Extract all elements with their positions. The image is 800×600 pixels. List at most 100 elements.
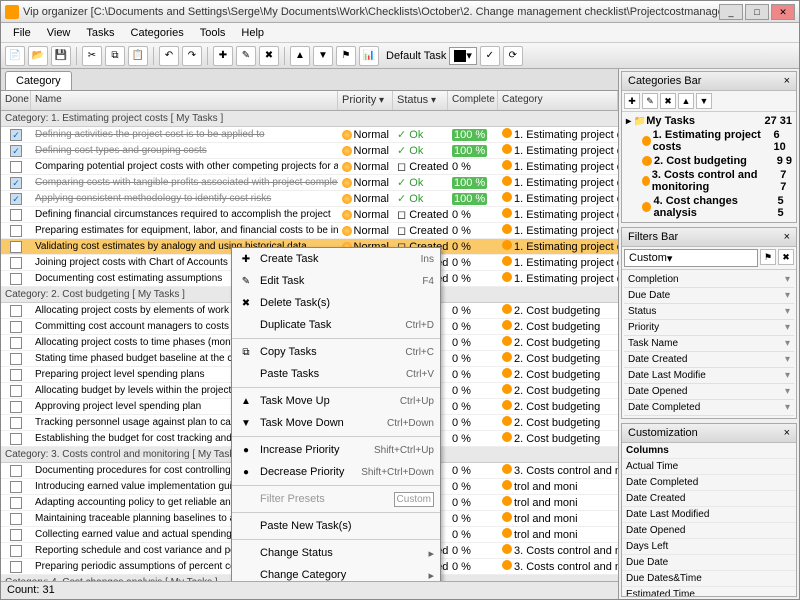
- task-row[interactable]: Defining cost types and grouping costsNo…: [1, 143, 618, 159]
- paste-icon[interactable]: 📋: [128, 46, 148, 66]
- prio-up-icon[interactable]: ▲: [290, 46, 310, 66]
- context-menu[interactable]: ✚Create TaskIns✎Edit TaskF4✖Delete Task(…: [231, 247, 441, 581]
- menu-tools[interactable]: Tools: [192, 25, 234, 41]
- menu-categories[interactable]: Categories: [123, 25, 192, 41]
- done-checkbox[interactable]: [10, 209, 22, 221]
- tree-item[interactable]: 1. Estimating project costs6 10: [624, 128, 794, 154]
- filter-icon[interactable]: ⚑: [336, 46, 356, 66]
- done-checkbox[interactable]: [10, 529, 22, 541]
- ctx-delete-task-s-[interactable]: ✖Delete Task(s): [232, 292, 440, 314]
- col-done[interactable]: Done: [1, 91, 31, 110]
- filter-apply-icon[interactable]: ⚑: [760, 249, 776, 265]
- copy-icon[interactable]: ⧉: [105, 46, 125, 66]
- panel-close-icon[interactable]: ×: [784, 75, 790, 87]
- custom-col[interactable]: Due Date: [622, 555, 796, 571]
- filter-date-opened[interactable]: Date Opened: [624, 384, 794, 400]
- cat-edit-icon[interactable]: ✎: [642, 93, 658, 109]
- default-task-combo[interactable]: ▾: [449, 47, 477, 65]
- filter-date-created[interactable]: Date Created: [624, 352, 794, 368]
- ctx-paste-tasks[interactable]: Paste TasksCtrl+V: [232, 363, 440, 385]
- menu-tasks[interactable]: Tasks: [78, 25, 122, 41]
- ctx-chcat[interactable]: Change Category: [232, 564, 440, 581]
- col-priority[interactable]: Priority ▾: [338, 91, 393, 110]
- filter-clear-icon[interactable]: ✖: [778, 249, 794, 265]
- ctx-filter-presets[interactable]: Filter PresetsCustom: [232, 488, 440, 510]
- done-checkbox[interactable]: [10, 273, 22, 285]
- grid-body[interactable]: Category: 1. Estimating project costs [ …: [1, 111, 618, 581]
- task-new-icon[interactable]: ✚: [213, 46, 233, 66]
- ctx-copy-tasks[interactable]: ⧉Copy TasksCtrl+C: [232, 341, 440, 363]
- save-icon[interactable]: 💾: [51, 46, 71, 66]
- undo-icon[interactable]: ↶: [159, 46, 179, 66]
- task-row[interactable]: Defining financial circumstances require…: [1, 207, 618, 223]
- filter-status[interactable]: Status: [624, 304, 794, 320]
- custom-col[interactable]: Date Completed: [622, 475, 796, 491]
- task-row[interactable]: Preparing estimates for equipment, labor…: [1, 223, 618, 239]
- refresh-icon[interactable]: ⟳: [503, 46, 523, 66]
- done-checkbox[interactable]: [10, 305, 22, 317]
- menu-view[interactable]: View: [39, 25, 79, 41]
- tab-category[interactable]: Category: [5, 71, 72, 90]
- prio-down-icon[interactable]: ▼: [313, 46, 333, 66]
- cat-add-icon[interactable]: ✚: [624, 93, 640, 109]
- done-checkbox[interactable]: [10, 513, 22, 525]
- custom-col[interactable]: Estimated Time: [622, 587, 796, 597]
- done-checkbox[interactable]: [10, 321, 22, 333]
- ctx-chstatus[interactable]: Change Status: [232, 542, 440, 564]
- cat-down-icon[interactable]: ▼: [696, 93, 712, 109]
- task-row[interactable]: Applying consistent methodology to ident…: [1, 191, 618, 207]
- done-checkbox[interactable]: [10, 545, 22, 557]
- ctx-edit-task[interactable]: ✎Edit TaskF4: [232, 270, 440, 292]
- filter-task-name[interactable]: Task Name: [624, 336, 794, 352]
- tree-item[interactable]: 4. Cost changes analysis5 5: [624, 194, 794, 220]
- custom-col[interactable]: Date Created: [622, 491, 796, 507]
- task-delete-icon[interactable]: ✖: [259, 46, 279, 66]
- custom-col[interactable]: Date Last Modified: [622, 507, 796, 523]
- cat-up-icon[interactable]: ▲: [678, 93, 694, 109]
- done-checkbox[interactable]: [10, 481, 22, 493]
- task-edit-icon[interactable]: ✎: [236, 46, 256, 66]
- done-checkbox[interactable]: [10, 353, 22, 365]
- task-row[interactable]: Comparing potential project costs with o…: [1, 159, 618, 175]
- cat-del-icon[interactable]: ✖: [660, 93, 676, 109]
- menu-help[interactable]: Help: [233, 25, 272, 41]
- filter-date-completed[interactable]: Date Completed: [624, 400, 794, 416]
- col-name[interactable]: Name: [31, 91, 338, 110]
- col-category[interactable]: Category: [498, 91, 618, 110]
- col-status[interactable]: Status ▾: [393, 91, 448, 110]
- done-checkbox[interactable]: [10, 225, 22, 237]
- category-row[interactable]: Category: 1. Estimating project costs [ …: [1, 111, 618, 127]
- apply-icon[interactable]: ✓: [480, 46, 500, 66]
- panel-close-icon[interactable]: ×: [784, 427, 790, 439]
- tree-item[interactable]: 3. Costs control and monitoring7 7: [624, 168, 794, 194]
- ctx-duplicate-task[interactable]: Duplicate TaskCtrl+D: [232, 314, 440, 336]
- menu-file[interactable]: File: [5, 25, 39, 41]
- ctx-create-task[interactable]: ✚Create TaskIns: [232, 248, 440, 270]
- custom-col[interactable]: Due Dates&Time: [622, 571, 796, 587]
- done-checkbox[interactable]: [10, 145, 22, 157]
- task-row[interactable]: Comparing costs with tangible profits as…: [1, 175, 618, 191]
- task-row[interactable]: Defining activities the project cost is …: [1, 127, 618, 143]
- done-checkbox[interactable]: [10, 129, 22, 141]
- ctx-paste-new[interactable]: Paste New Task(s): [232, 515, 440, 537]
- done-checkbox[interactable]: [10, 417, 22, 429]
- ctx-increase-priority[interactable]: ●Increase PriorityShift+Ctrl+Up: [232, 439, 440, 461]
- done-checkbox[interactable]: [10, 561, 22, 573]
- done-checkbox[interactable]: [10, 369, 22, 381]
- cut-icon[interactable]: ✂: [82, 46, 102, 66]
- done-checkbox[interactable]: [10, 385, 22, 397]
- custom-col[interactable]: Actual Time: [622, 459, 796, 475]
- open-icon[interactable]: 📂: [28, 46, 48, 66]
- ctx-task-move-down[interactable]: ▼Task Move DownCtrl+Down: [232, 412, 440, 434]
- done-checkbox[interactable]: [10, 465, 22, 477]
- maximize-button[interactable]: □: [745, 4, 769, 20]
- chart-icon[interactable]: 📊: [359, 46, 379, 66]
- done-checkbox[interactable]: [10, 193, 22, 205]
- filter-date-last-modifie[interactable]: Date Last Modifie: [624, 368, 794, 384]
- tree-root[interactable]: ▸ 📁 My Tasks27 31: [624, 114, 794, 128]
- filter-preset-combo[interactable]: Custom ▾: [624, 249, 758, 267]
- done-checkbox[interactable]: [10, 497, 22, 509]
- col-complete[interactable]: Complete: [448, 91, 498, 110]
- done-checkbox[interactable]: [10, 177, 22, 189]
- filter-due-date[interactable]: Due Date: [624, 288, 794, 304]
